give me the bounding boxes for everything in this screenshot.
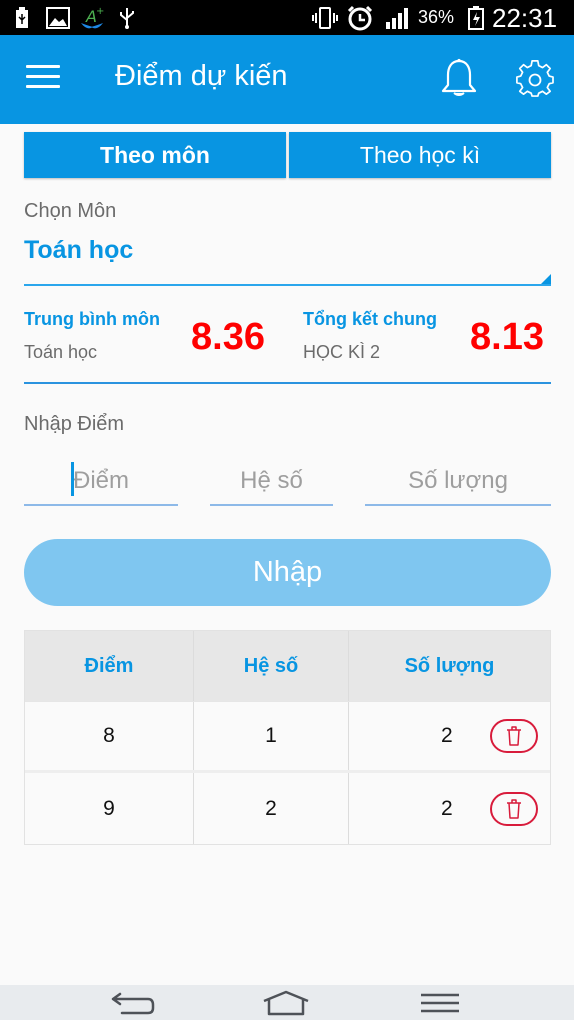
stats-panel: Trung bình môn Toán học 8.36 Tổng kết ch… <box>24 300 551 384</box>
status-bar: A + 36% 22:31 <box>0 0 574 35</box>
scores-table: Điểm Hệ số Số lượng 8 1 2 9 2 2 <box>24 630 551 845</box>
header-score: Điểm <box>25 631 194 701</box>
system-nav-bar <box>0 985 574 1020</box>
table-row: 9 2 2 <box>25 773 550 844</box>
hamburger-menu-icon[interactable] <box>26 65 60 93</box>
header-coefficient: Hệ số <box>194 631 349 701</box>
cell-quantity-group: 2 <box>349 773 550 844</box>
subject-avg-label: Trung bình môn <box>24 309 160 329</box>
usb-battery-icon <box>14 6 30 30</box>
overall-value: 8.13 <box>470 316 544 358</box>
signal-icon <box>384 6 412 30</box>
charging-battery-icon <box>467 6 485 30</box>
delete-row-button[interactable] <box>490 719 538 753</box>
app-bar: Điểm dự kiến <box>0 35 574 124</box>
entry-inputs <box>24 458 551 508</box>
clock: 22:31 <box>492 3 558 33</box>
submit-button[interactable]: Nhập <box>24 539 551 606</box>
cell-score: 9 <box>25 773 194 844</box>
tab-by-subject[interactable]: Theo môn <box>24 132 286 178</box>
subject-dropdown[interactable]: Toán học <box>24 230 551 286</box>
cell-coefficient: 1 <box>194 702 349 770</box>
overall-label: Tổng kết chung <box>303 309 437 329</box>
quantity-input[interactable] <box>365 458 551 506</box>
gallery-icon <box>45 6 71 30</box>
cell-quantity-group: 2 <box>349 702 550 770</box>
subject-avg-value: 8.36 <box>191 316 265 358</box>
bell-icon[interactable] <box>437 57 481 101</box>
page-title: Điểm dự kiến <box>115 60 288 92</box>
trash-icon <box>507 726 521 746</box>
cell-quantity: 2 <box>441 724 453 747</box>
header-quantity: Số lượng <box>404 654 495 677</box>
tab-by-semester[interactable]: Theo học kì <box>289 132 551 178</box>
cell-quantity: 2 <box>441 796 453 820</box>
subject-selected-value: Toán học <box>24 236 134 264</box>
usb-icon <box>117 6 137 30</box>
entry-label: Nhập Điểm <box>24 413 125 435</box>
subject-label: Chọn Môn <box>24 200 117 222</box>
delete-row-button[interactable] <box>490 791 538 826</box>
text-caret <box>71 462 74 496</box>
dropdown-arrow-icon <box>541 274 551 284</box>
cell-coefficient: 2 <box>194 773 349 844</box>
table-header-row: Điểm Hệ số Số lượng <box>25 631 550 702</box>
cell-score: 8 <box>25 702 194 770</box>
alarm-icon <box>345 5 375 31</box>
view-tabs: Theo môn Theo học kì <box>24 132 551 180</box>
score-input[interactable] <box>24 458 178 506</box>
subject-avg-subject: Toán học <box>24 342 98 362</box>
menu-icon[interactable] <box>418 988 462 1018</box>
svg-text:+: + <box>96 6 104 17</box>
trash-icon <box>507 798 521 819</box>
overall-semester: HỌC KÌ 2 <box>303 342 381 362</box>
table-row: 8 1 2 <box>25 702 550 773</box>
coefficient-input[interactable] <box>210 458 333 506</box>
battery-percent: 36% <box>418 7 455 27</box>
vibrate-icon <box>312 6 338 30</box>
back-icon[interactable] <box>108 988 158 1018</box>
home-icon[interactable] <box>260 988 312 1018</box>
app-aplus-icon: A + <box>77 6 107 30</box>
gear-icon[interactable] <box>515 59 555 99</box>
